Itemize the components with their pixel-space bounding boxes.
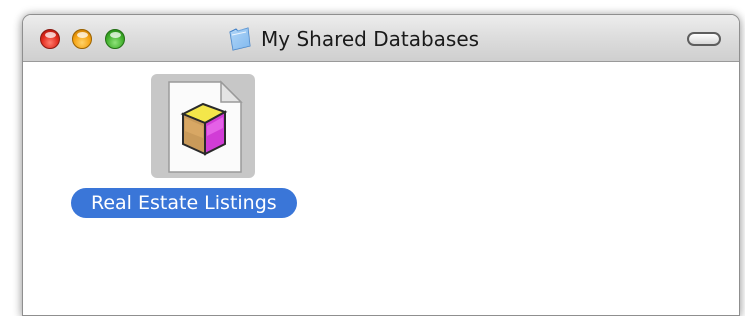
- title-bar[interactable]: My Shared Databases: [23, 15, 739, 62]
- toolbar-toggle-button[interactable]: [687, 32, 721, 46]
- database-document-icon[interactable]: [159, 78, 249, 176]
- window-title-group: My Shared Databases: [227, 25, 479, 53]
- finder-window: My Shared Databases Real Estate Listings: [22, 14, 740, 316]
- zoom-button[interactable]: [105, 29, 125, 49]
- folder-icon: [229, 27, 251, 51]
- file-item-real-estate-listings[interactable]: Real Estate Listings: [71, 72, 337, 232]
- file-label[interactable]: Real Estate Listings: [71, 188, 297, 218]
- folder-content-area[interactable]: Real Estate Listings: [23, 62, 739, 315]
- window-title: My Shared Databases: [261, 27, 480, 51]
- minimize-button[interactable]: [72, 29, 92, 49]
- close-button[interactable]: [40, 29, 60, 49]
